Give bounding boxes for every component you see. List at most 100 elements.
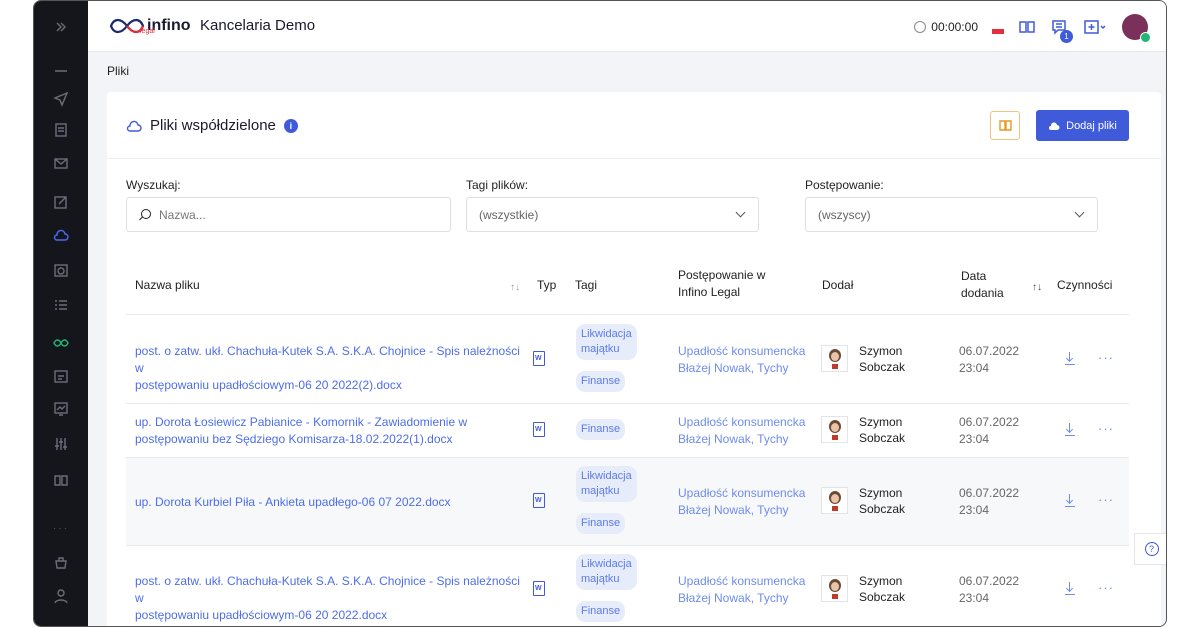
- more-actions-icon[interactable]: ···: [1098, 492, 1114, 507]
- mail-icon[interactable]: [34, 151, 88, 175]
- file-name-line2: postępowaniu bez Sędziego Komisarza-18.0…: [135, 432, 453, 446]
- brand-logo[interactable]: infino legal: [109, 11, 191, 41]
- notifications-icon[interactable]: 1: [1050, 18, 1073, 43]
- word-doc-icon: W: [533, 422, 545, 437]
- send-icon[interactable]: [34, 87, 88, 111]
- file-name-link[interactable]: post. o zatw. ukł. Chachuła-Kutek S.A. S…: [135, 573, 525, 624]
- file-name-link[interactable]: up. Dorota Łosiewicz Pabianice - Komorni…: [135, 414, 525, 448]
- download-icon[interactable]: [1065, 352, 1075, 366]
- sort-icon[interactable]: ↑↓: [510, 282, 520, 293]
- dashboard-icon[interactable]: [34, 57, 88, 81]
- basket-icon[interactable]: [34, 551, 88, 575]
- more-actions-icon[interactable]: ···: [1098, 580, 1114, 595]
- proceeding-line2: Błażej Nowak, Tychy: [678, 361, 789, 375]
- more-actions-icon[interactable]: ···: [1098, 421, 1114, 436]
- folder-icon[interactable]: [34, 364, 88, 388]
- work-timer[interactable]: 00:00:00: [914, 20, 978, 34]
- user-avatar[interactable]: [1122, 14, 1151, 43]
- col-header-type: Typ: [537, 278, 557, 292]
- search-label: Wyszukaj:: [126, 178, 181, 192]
- add-files-label: Dodaj pliki: [1066, 119, 1117, 132]
- cloud-icon[interactable]: [34, 224, 88, 248]
- user-first-name: Szymon: [859, 344, 903, 358]
- book-open-icon[interactable]: [1018, 18, 1036, 36]
- timer-value: 00:00:00: [931, 20, 978, 34]
- col-header-date-line1: Data: [961, 269, 987, 283]
- tag-badge[interactable]: Finanse: [576, 601, 626, 622]
- sort-active-icon[interactable]: ↑↓: [1032, 282, 1042, 293]
- user-first-name: Szymon: [859, 574, 903, 588]
- add-menu-icon[interactable]: [1082, 18, 1108, 36]
- date-value: 06.07.2022: [959, 486, 1020, 500]
- table-row[interactable]: up. Dorota Łosiewicz Pabianice - Komorni…: [126, 404, 1129, 457]
- search-icon: [139, 208, 151, 221]
- file-name-link[interactable]: up. Dorota Kurbiel Piła - Ankieta upadłe…: [135, 494, 525, 511]
- search-field[interactable]: [126, 197, 451, 232]
- file-name-line1: post. o zatw. ukł. Chachuła-Kutek S.A. S…: [135, 344, 520, 375]
- date-added: 06.07.2022 23:04: [959, 485, 1019, 519]
- book-icon[interactable]: [34, 468, 88, 492]
- table-row[interactable]: post. o zatw. ukł. Chachuła-Kutek S.A. S…: [126, 546, 1129, 626]
- polish-flag-icon[interactable]: [992, 24, 1004, 34]
- proceeding-link[interactable]: Upadłość konsumencka Błażej Nowak, Tychy: [678, 414, 805, 448]
- tag-line2: majątku: [581, 573, 620, 585]
- app-title: Kancelaria Demo: [200, 17, 316, 34]
- edit-icon[interactable]: [34, 190, 88, 214]
- table-row[interactable]: post. o zatw. ukł. Chachuła-Kutek S.A. S…: [126, 315, 1129, 403]
- proceeding-link[interactable]: Upadłość konsumencka Błażej Nowak, Tychy: [678, 573, 805, 607]
- document-icon[interactable]: [34, 118, 88, 142]
- col-header-proceeding-line1: Postępowanie w: [678, 268, 766, 282]
- file-name-line2: postępowaniu upadłościowym-06 20 2022.do…: [135, 608, 388, 622]
- info-icon[interactable]: i: [283, 118, 298, 133]
- report-icon[interactable]: [34, 397, 88, 421]
- user-avatar: [821, 416, 848, 443]
- more-icon[interactable]: ···: [34, 516, 88, 540]
- file-name-link[interactable]: post. o zatw. ukł. Chachuła-Kutek S.A. S…: [135, 343, 525, 394]
- proceeding-line2: Błażej Nowak, Tychy: [678, 591, 789, 605]
- proceeding-line2: Błażej Nowak, Tychy: [678, 503, 789, 517]
- tag-badge[interactable]: Likwidacja majątku: [576, 324, 637, 360]
- add-files-button[interactable]: Dodaj pliki: [1036, 110, 1129, 141]
- word-doc-icon: W: [533, 581, 545, 596]
- infino-icon[interactable]: [34, 331, 88, 355]
- tag-badge[interactable]: Likwidacja majątku: [576, 466, 637, 502]
- download-icon[interactable]: [1065, 494, 1075, 508]
- word-doc-icon: W: [533, 493, 545, 508]
- table-row[interactable]: up. Dorota Kurbiel Piła - Ankieta upadłe…: [126, 458, 1129, 545]
- user-avatar: [821, 575, 848, 602]
- tags-select-value: (wszystkie): [479, 207, 539, 222]
- proceeding-link[interactable]: Upadłość konsumencka Błażej Nowak, Tychy: [678, 485, 805, 519]
- download-icon[interactable]: [1065, 582, 1075, 596]
- task-list-icon[interactable]: [34, 293, 88, 317]
- search-input[interactable]: [159, 207, 359, 222]
- tags-select[interactable]: (wszystkie): [466, 197, 759, 232]
- file-name-line1: up. Dorota Kurbiel Piła - Ankieta upadłe…: [135, 495, 451, 509]
- tag-badge[interactable]: Likwidacja majątku: [576, 554, 637, 590]
- online-status-icon: [1140, 32, 1151, 43]
- col-header-date[interactable]: Data dodania: [961, 268, 1004, 302]
- help-book-button[interactable]: [990, 111, 1020, 140]
- expand-sidebar-icon[interactable]: [34, 15, 88, 39]
- tag-badge[interactable]: Finanse: [576, 371, 626, 392]
- proceeding-select[interactable]: (wszyscy): [805, 197, 1098, 232]
- added-by-user: Szymon Sobczak: [859, 485, 905, 517]
- col-header-date-line2: dodania: [961, 286, 1004, 300]
- tags-label: Tagi plików:: [466, 178, 529, 192]
- time-value: 23:04: [959, 361, 990, 375]
- proceeding-link[interactable]: Upadłość konsumencka Błażej Nowak, Tychy: [678, 343, 805, 377]
- topbar-actions: 00:00:00 1: [914, 12, 1151, 43]
- help-button[interactable]: ?: [1134, 533, 1166, 565]
- download-icon[interactable]: [1065, 423, 1075, 437]
- calendar-clock-icon[interactable]: [34, 258, 88, 282]
- proceeding-line1: Upadłość konsumencka: [678, 415, 806, 429]
- proceeding-line1: Upadłość konsumencka: [678, 344, 806, 358]
- app-window: ··· infino legal Kancelaria Demo 00:00:0…: [33, 0, 1167, 627]
- settings-sliders-icon[interactable]: [34, 432, 88, 456]
- col-header-name[interactable]: Nazwa pliku: [135, 277, 200, 294]
- user-icon[interactable]: [34, 584, 88, 608]
- user-first-name: Szymon: [859, 415, 903, 429]
- tag-badge[interactable]: Finanse: [576, 419, 626, 440]
- more-actions-icon[interactable]: ···: [1098, 350, 1114, 365]
- proceeding-line1: Upadłość konsumencka: [678, 486, 806, 500]
- tag-badge[interactable]: Finanse: [576, 513, 626, 534]
